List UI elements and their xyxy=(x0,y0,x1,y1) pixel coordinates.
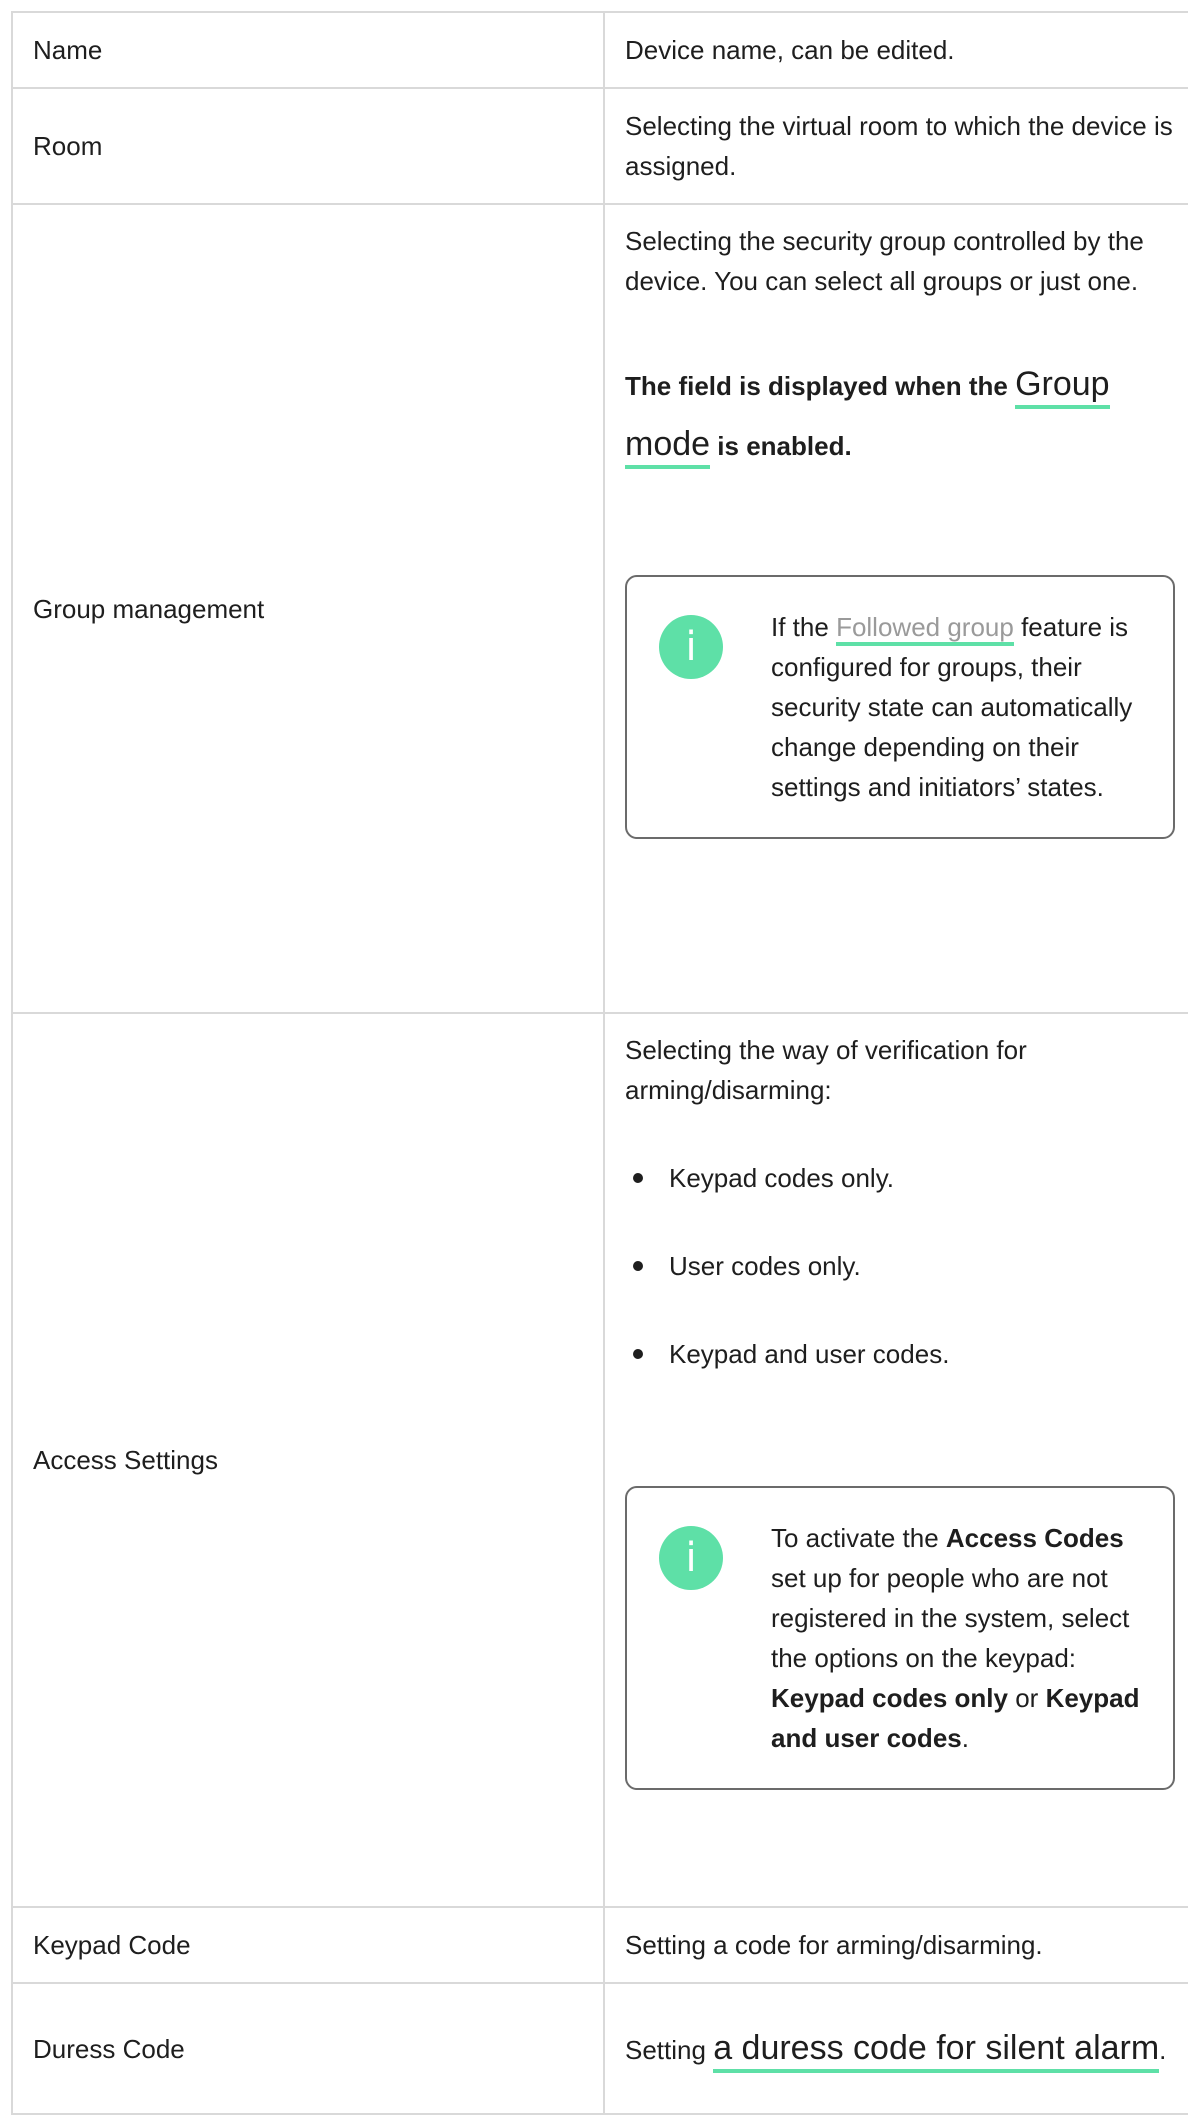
bold-prefix: The field is displayed when the xyxy=(625,371,1008,401)
row-label: Room xyxy=(11,87,605,205)
info-text: If the Followed group feature is configu… xyxy=(771,607,1145,807)
description-text: Selecting the virtual room to which the … xyxy=(625,111,1173,181)
description-suffix: . xyxy=(1159,2034,1167,2065)
row-description: Setting a duress code for silent alarm. xyxy=(603,1982,1188,2115)
list-item: Keypad codes only. xyxy=(625,1158,1177,1198)
table-row-name: Name Device name, can be edited. xyxy=(11,11,1188,89)
group-mode-note: The field is displayed when the Group mo… xyxy=(625,355,1177,475)
row-description: Selecting the security group controlled … xyxy=(603,203,1188,1014)
info-text-bold: Access Codes xyxy=(945,1523,1124,1553)
duress-code-link[interactable]: a duress code for silent alarm xyxy=(713,2028,1160,2073)
duress-description: Setting a duress code for silent alarm. xyxy=(625,2019,1177,2079)
info-icon: i xyxy=(659,1526,723,1590)
description-text: Device name, can be edited. xyxy=(625,35,955,65)
row-description: Device name, can be edited. xyxy=(603,11,1188,89)
row-description: Setting a code for arming/disarming. xyxy=(603,1906,1188,1984)
table-row-group-management: Group management Selecting the security … xyxy=(11,203,1188,1014)
followed-group-info-box: i If the Followed group feature is confi… xyxy=(625,575,1175,839)
description-prefix: Setting xyxy=(625,2034,706,2065)
info-text-part: . xyxy=(961,1723,969,1753)
info-text-part: To activate the xyxy=(771,1523,939,1553)
list-item: Keypad and user codes. xyxy=(625,1334,1177,1374)
list-item: User codes only. xyxy=(625,1246,1177,1286)
followed-group-link[interactable]: Followed group xyxy=(836,612,1014,646)
bold-suffix: is enabled. xyxy=(717,431,852,461)
info-text-part: or xyxy=(1015,1683,1039,1713)
info-icon: i xyxy=(659,615,723,679)
info-text-part: If the xyxy=(771,612,829,642)
settings-table: Name Device name, can be edited. Room Se… xyxy=(11,11,1188,2115)
info-text: To activate the Access Codes set up for … xyxy=(771,1518,1145,1758)
info-text-bold: Keypad codes only xyxy=(771,1683,1008,1713)
table-row-access-settings: Access Settings Selecting the way of ver… xyxy=(11,1012,1188,1908)
info-text-part: set up for people who are not registered… xyxy=(771,1563,1130,1673)
verification-options-list: Keypad codes only. User codes only. Keyp… xyxy=(625,1158,1177,1374)
row-label: Duress Code xyxy=(11,1982,605,2115)
access-codes-info-box: i To activate the Access Codes set up fo… xyxy=(625,1486,1175,1790)
table-row-keypad-code: Keypad Code Setting a code for arming/di… xyxy=(11,1906,1188,1984)
table-row-room: Room Selecting the virtual room to which… xyxy=(11,87,1188,205)
table-row-duress-code: Duress Code Setting a duress code for si… xyxy=(11,1982,1188,2115)
description-text: Setting a code for arming/disarming. xyxy=(625,1930,1043,1960)
row-description: Selecting the way of verification for ar… xyxy=(603,1012,1188,1908)
description-text: Selecting the way of verification for ar… xyxy=(625,1035,1027,1105)
row-label: Name xyxy=(11,11,605,89)
description-text: Selecting the security group controlled … xyxy=(625,226,1144,296)
row-label: Keypad Code xyxy=(11,1906,605,1984)
row-label: Access Settings xyxy=(11,1012,605,1908)
row-label: Group management xyxy=(11,203,605,1014)
row-description: Selecting the virtual room to which the … xyxy=(603,87,1188,205)
